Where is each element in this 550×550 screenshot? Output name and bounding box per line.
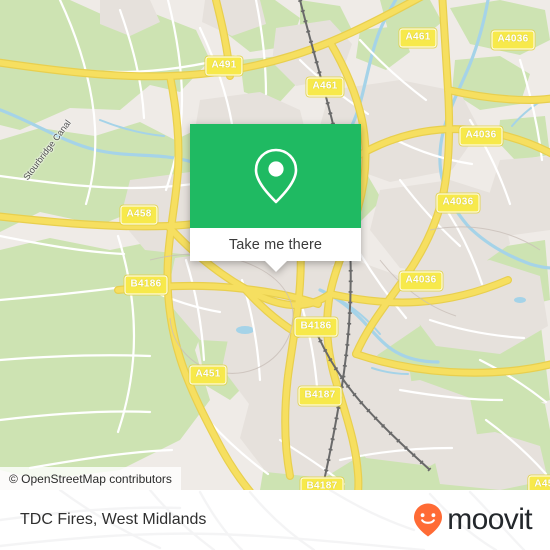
- moovit-brand[interactable]: moovit: [411, 502, 533, 538]
- map-attribution[interactable]: © OpenStreetMap contributors: [0, 467, 181, 490]
- location-callout-card[interactable]: Take me there: [190, 124, 361, 272]
- moovit-wordmark: moovit: [447, 503, 532, 536]
- callout-icon-panel: [190, 124, 361, 228]
- take-me-there-label: Take me there: [228, 236, 323, 253]
- map-pin-icon: [254, 148, 297, 204]
- moovit-smiley-pin-icon: [414, 503, 443, 537]
- map-attribution-text: © OpenStreetMap contributors: [9, 471, 172, 486]
- map-canvas[interactable]: Stourbridge Canal A491 A461 A4036 A461 A…: [0, 0, 550, 490]
- moovit-map-screenshot: Stourbridge Canal A491 A461 A4036 A461 A…: [0, 0, 550, 550]
- place-title: TDC Fires, West Midlands: [20, 511, 207, 528]
- callout-pointer-tail: [264, 261, 287, 272]
- callout-action-panel[interactable]: Take me there: [190, 228, 361, 261]
- bottom-bar: TDC Fires, West Midlands moovit: [0, 490, 550, 550]
